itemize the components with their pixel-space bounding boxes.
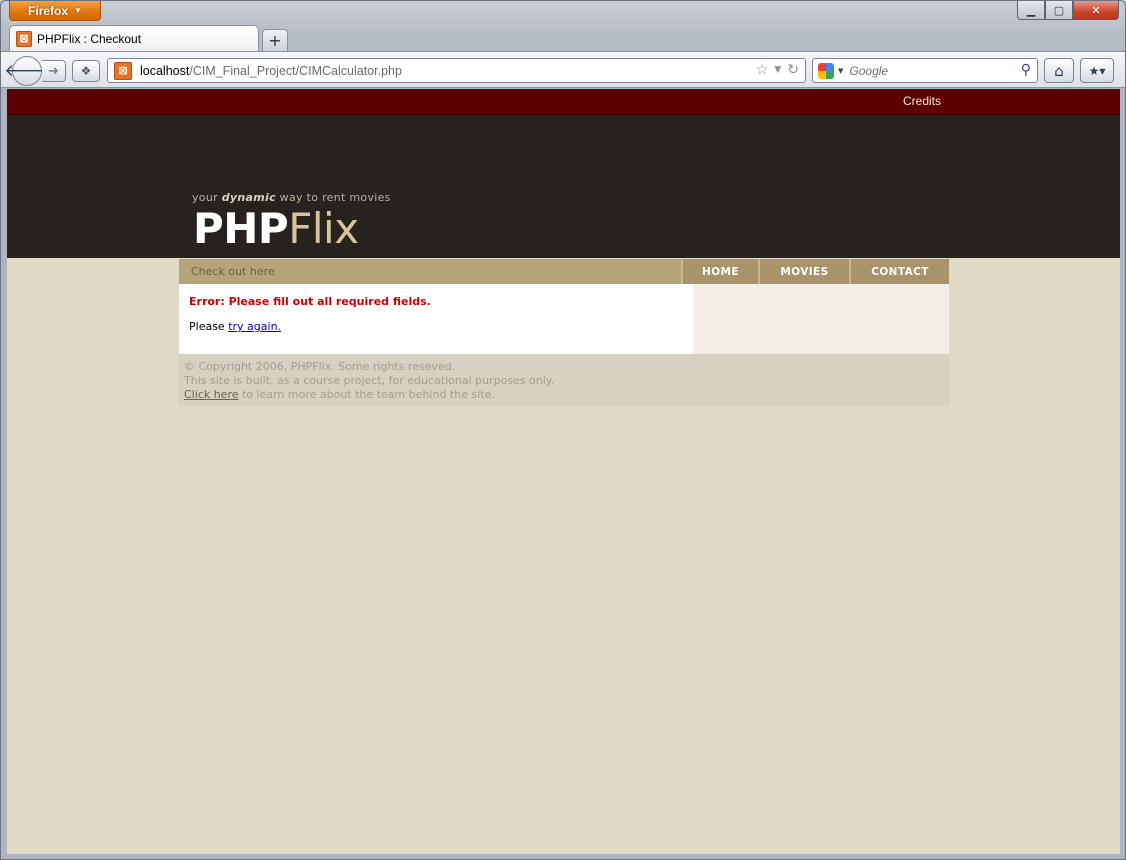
maximize-button[interactable]: ▢ [1045, 1, 1073, 20]
site-identity-icon[interactable]: ⊠ [114, 61, 132, 80]
search-input[interactable]: Google [849, 64, 888, 78]
firefox-menu-button[interactable]: Firefox ▼ [9, 1, 101, 21]
error-message: Error: Please fill out all required fiel… [189, 295, 431, 308]
url-bar-actions: ☆ ▼ ↻ [756, 62, 799, 78]
home-button[interactable]: ⌂ [1044, 58, 1074, 83]
tagline-prefix: your [192, 191, 222, 204]
browser-window: Firefox ▼ ▁ ▢ ✕ ⊠ PHPFlix : Checkout + 🡐… [0, 0, 1126, 860]
url-bar[interactable]: ⊠ localhost/CIM_Final_Project/CIMCalcula… [107, 58, 806, 83]
window-controls: ▁ ▢ ✕ [1017, 1, 1119, 20]
try-again-link[interactable]: try again. [228, 320, 281, 333]
footer-team-line: Click here to learn more about the team … [184, 388, 944, 402]
footer-copyright: © Copyright 2006, PHPFlix. Some rights r… [184, 360, 456, 373]
new-tab-button[interactable]: + [262, 29, 288, 51]
retry-text: Please try again. [189, 320, 683, 333]
dropdown-arrow-icon[interactable]: ▼ [774, 65, 781, 75]
breadcrumb: Check out here [191, 265, 275, 278]
url-host: localhost [140, 63, 190, 78]
site-logo: PHPFlix [193, 205, 359, 253]
tagline-suffix: way to rent movies [275, 191, 391, 204]
puzzle-icon: ❖ [80, 64, 92, 78]
title-bar: Firefox ▼ ▁ ▢ ✕ [1, 1, 1125, 25]
logo-php: PHP [193, 204, 289, 253]
magnifier-icon[interactable]: ⚲ [1021, 62, 1031, 78]
forward-button[interactable]: ➜ [42, 60, 66, 82]
logo-flix: Flix [288, 204, 359, 253]
google-engine-icon[interactable] [818, 62, 834, 79]
navigation-toolbar: 🡐 ➜ ❖ ⊠ localhost/CIM_Final_Project/CIMC… [1, 51, 1125, 88]
reload-icon[interactable]: ↻ [787, 62, 799, 78]
url-text: localhost/CIM_Final_Project/CIMCalculato… [140, 64, 402, 78]
tab-strip: ⊠ PHPFlix : Checkout + [9, 25, 288, 51]
tab-phpflix-checkout[interactable]: ⊠ PHPFlix : Checkout [9, 25, 259, 51]
nav-movies[interactable]: MOVIES [758, 259, 849, 284]
tab-title: PHPFlix : Checkout [37, 31, 142, 46]
footer-note: This site is built, as a course project,… [184, 374, 555, 387]
close-button[interactable]: ✕ [1073, 1, 1119, 20]
nav-home[interactable]: HOME [681, 259, 758, 284]
chevron-down-icon: ▼ [74, 6, 82, 15]
back-button[interactable]: 🡐 [4, 56, 50, 86]
chevron-down-icon[interactable]: ▼ [838, 67, 843, 75]
footer-link-suffix: to learn more about the team behind the … [238, 388, 495, 401]
extension-button[interactable]: ❖ [72, 60, 100, 82]
page-viewport: Credits your dynamic way to rent movies … [7, 89, 1120, 854]
retry-prefix: Please [189, 320, 229, 333]
sidebar [693, 284, 949, 354]
xampp-favicon-icon: ⊠ [16, 30, 32, 47]
menu-bar: Check out here HOME MOVIES CONTACT [179, 259, 949, 284]
nav-contact[interactable]: CONTACT [849, 259, 949, 284]
site-tagline: your dynamic way to rent movies [192, 191, 391, 204]
site-header: your dynamic way to rent movies PHPFlix [7, 115, 1120, 258]
footer-click-here-link[interactable]: Click here [184, 388, 239, 401]
tagline-emphasis: dynamic [221, 191, 276, 204]
arrow-right-icon: ➜ [48, 63, 59, 79]
main-nav: HOME MOVIES CONTACT [681, 259, 949, 284]
credits-link[interactable]: Credits [903, 94, 941, 108]
search-bar[interactable]: ▼ Google ⚲ [812, 58, 1038, 83]
star-icon[interactable]: ☆ [756, 62, 769, 78]
top-strip: Credits [7, 89, 1120, 115]
bookmarks-icon: ★▾ [1088, 63, 1106, 78]
url-path: /CIM_Final_Project/CIMCalculator.php [189, 63, 402, 78]
main-content: Error: Please fill out all required fiel… [179, 284, 693, 354]
bookmarks-button[interactable]: ★▾ [1080, 58, 1114, 83]
home-icon: ⌂ [1054, 61, 1064, 80]
firefox-menu-label: Firefox [28, 3, 69, 18]
site-footer: © Copyright 2006, PHPFlix. Some rights r… [179, 354, 949, 406]
minimize-button[interactable]: ▁ [1017, 1, 1045, 20]
